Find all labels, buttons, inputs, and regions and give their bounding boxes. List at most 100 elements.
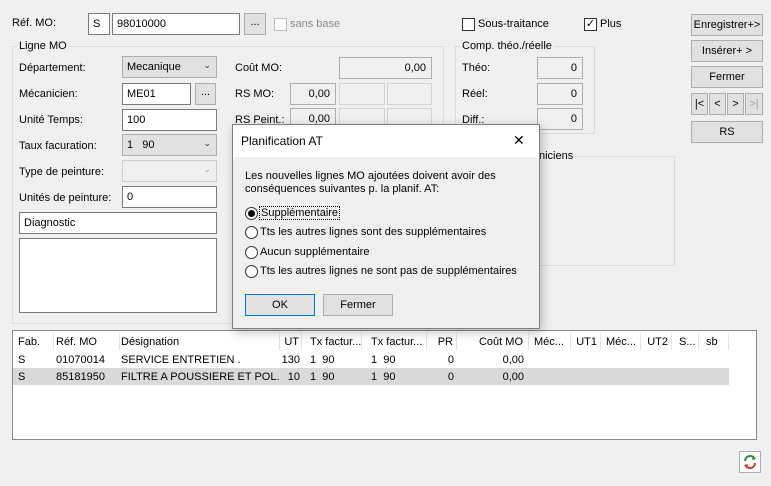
- departement-label: Département:: [19, 62, 86, 74]
- sans-base-checkbox[interactable]: [274, 18, 287, 31]
- theo-value: 0: [537, 57, 583, 79]
- rs-mo-label: RS MO:: [235, 88, 275, 100]
- col-mec-1[interactable]: Méc...: [529, 333, 571, 350]
- cell: 0: [447, 354, 454, 366]
- nav-last-button[interactable]: >|: [745, 93, 763, 115]
- reel-value: 0: [537, 83, 583, 105]
- diff-value: 0: [537, 108, 583, 130]
- departement-value: Mecanique: [127, 61, 181, 73]
- sous-traitance-label: Sous-traitance: [478, 18, 549, 30]
- col-sb[interactable]: sb: [699, 333, 729, 350]
- cout-mo-label: Coût MO:: [235, 62, 283, 74]
- fermer-button[interactable]: Fermer: [691, 66, 763, 88]
- nav-first-button[interactable]: |<: [691, 93, 708, 115]
- type-peinture-select[interactable]: ⌄: [122, 160, 217, 182]
- dialog-cancel-button[interactable]: Fermer: [323, 294, 393, 316]
- col-ut1[interactable]: UT1: [571, 333, 601, 350]
- cell: 1 90: [371, 354, 396, 366]
- nav-next-button[interactable]: >: [727, 93, 744, 115]
- col-ut2[interactable]: UT2: [641, 333, 672, 350]
- cout-mo-value: 0,00: [339, 57, 432, 79]
- option-supplementaire-radio[interactable]: [245, 207, 258, 220]
- rs-mo-extra-1: [339, 83, 385, 105]
- unite-temps-label: Unité Temps:: [19, 114, 83, 126]
- mecanicien-browse-button[interactable]: ...: [195, 83, 216, 105]
- taux-value: 1 90: [127, 139, 155, 151]
- cell: SERVICE ENTRETIEN .: [121, 354, 241, 366]
- refresh-button[interactable]: [739, 451, 761, 473]
- ref-mo-browse-button[interactable]: ...: [244, 13, 266, 35]
- departement-select[interactable]: Mecanique ⌄: [122, 56, 217, 78]
- nav-prev-button[interactable]: <: [709, 93, 726, 115]
- cell: S: [18, 371, 26, 383]
- dialog-title: Planification AT: [241, 134, 323, 148]
- ref-mo-field[interactable]: 98010000: [112, 13, 240, 35]
- chevron-down-icon: ⌄: [203, 60, 211, 70]
- option-aucun-radio[interactable]: [245, 246, 258, 259]
- inserer-button[interactable]: Insérer+ >: [691, 40, 763, 62]
- refresh-icon: [744, 455, 756, 469]
- sous-traitance-checkbox[interactable]: [462, 18, 475, 31]
- col-ref-mo[interactable]: Réf. MO: [54, 333, 120, 350]
- mo-lines-table[interactable]: Fab. Réf. MO Désignation UT Tx factur...…: [12, 330, 757, 440]
- unites-peinture-label: Unités de peinture:: [19, 192, 112, 204]
- planification-dialog: Planification AT ✕ Les nouvelles lignes …: [232, 124, 540, 329]
- dialog-titlebar: Planification AT ✕: [233, 125, 539, 157]
- cell: FILTRE A POUSSIERE ET POL...: [121, 371, 280, 383]
- col-s[interactable]: S...: [672, 333, 699, 350]
- chevron-down-icon: ⌄: [203, 164, 211, 174]
- rs-button[interactable]: RS: [691, 121, 763, 143]
- ref-mo-prefix-field[interactable]: S: [88, 13, 110, 35]
- option-aucun-label[interactable]: Aucun supplémentaire: [260, 246, 369, 258]
- table-row[interactable]: S 01070014 SERVICE ENTRETIEN . 130 1 90 …: [13, 351, 729, 368]
- cell: 01070014: [56, 354, 105, 366]
- cell: 1 90: [310, 354, 335, 366]
- cell: 1 90: [371, 371, 396, 383]
- col-mec-2[interactable]: Méc...: [601, 333, 641, 350]
- cell: 85181950: [56, 371, 105, 383]
- rs-mo-value: 0,00: [290, 83, 336, 105]
- table-row[interactable]: S 85181950 FILTRE A POUSSIERE ET POL... …: [13, 368, 729, 385]
- option-autres-supplementaires-radio[interactable]: [245, 226, 258, 239]
- option-autres-pas-supplementaires-radio[interactable]: [245, 265, 258, 278]
- plus-label: Plus: [600, 18, 622, 30]
- comp-title: Comp. théo./réelle: [460, 40, 554, 52]
- col-tx-factur-1[interactable]: Tx factur...: [302, 333, 362, 350]
- col-designation[interactable]: Désignation: [120, 333, 280, 350]
- taux-facturation-label: Taux facuration:: [19, 140, 97, 152]
- cell: 0: [447, 371, 454, 383]
- col-pr[interactable]: PR: [427, 333, 457, 350]
- cell: 0,00: [502, 354, 524, 366]
- unites-peinture-field[interactable]: 0: [122, 186, 217, 208]
- option-autres-supplementaires-label[interactable]: Tts les autres lignes sont des supplémen…: [260, 226, 486, 238]
- ligne-mo-title: Ligne MO: [17, 40, 69, 52]
- col-fab[interactable]: Fab.: [18, 333, 54, 350]
- sans-base-label: sans base: [290, 18, 341, 30]
- option-supplementaire-label[interactable]: Supplémentaire: [258, 206, 341, 220]
- unite-temps-field[interactable]: 100: [122, 109, 217, 131]
- col-ut[interactable]: UT: [280, 333, 302, 350]
- cell: 10: [287, 371, 300, 383]
- plus-checkbox[interactable]: ✓: [584, 18, 597, 31]
- reel-label: Réel:: [462, 88, 488, 100]
- col-cout-mo[interactable]: Coût MO: [457, 333, 529, 350]
- mecaniciens-title: niciens: [537, 150, 576, 162]
- type-peinture-label: Type de peinture:: [19, 166, 105, 178]
- mecanicien-label: Mécanicien:: [19, 88, 78, 100]
- diagnostic-textarea[interactable]: [19, 238, 217, 313]
- chevron-down-icon: ⌄: [203, 138, 211, 148]
- table-header: Fab. Réf. MO Désignation UT Tx factur...…: [13, 333, 756, 350]
- close-icon[interactable]: ✕: [513, 132, 525, 149]
- diagnostic-field[interactable]: Diagnostic: [19, 212, 217, 234]
- dialog-message: Les nouvelles lignes MO ajoutées doivent…: [245, 170, 496, 195]
- ok-button[interactable]: OK: [245, 294, 315, 316]
- check-icon: ✓: [585, 18, 596, 30]
- cell: S: [18, 354, 26, 366]
- option-autres-pas-supplementaires-label[interactable]: Tts les autres lignes ne sont pas de sup…: [260, 265, 517, 277]
- mecanicien-field[interactable]: ME01: [122, 83, 191, 105]
- ref-mo-label: Réf. MO:: [12, 17, 57, 29]
- enregistrer-button[interactable]: Enregistrer+>: [691, 14, 763, 36]
- col-tx-factur-2[interactable]: Tx factur...: [362, 333, 427, 350]
- cell: 1 90: [310, 371, 335, 383]
- taux-facturation-select[interactable]: 1 90 ⌄: [122, 134, 217, 156]
